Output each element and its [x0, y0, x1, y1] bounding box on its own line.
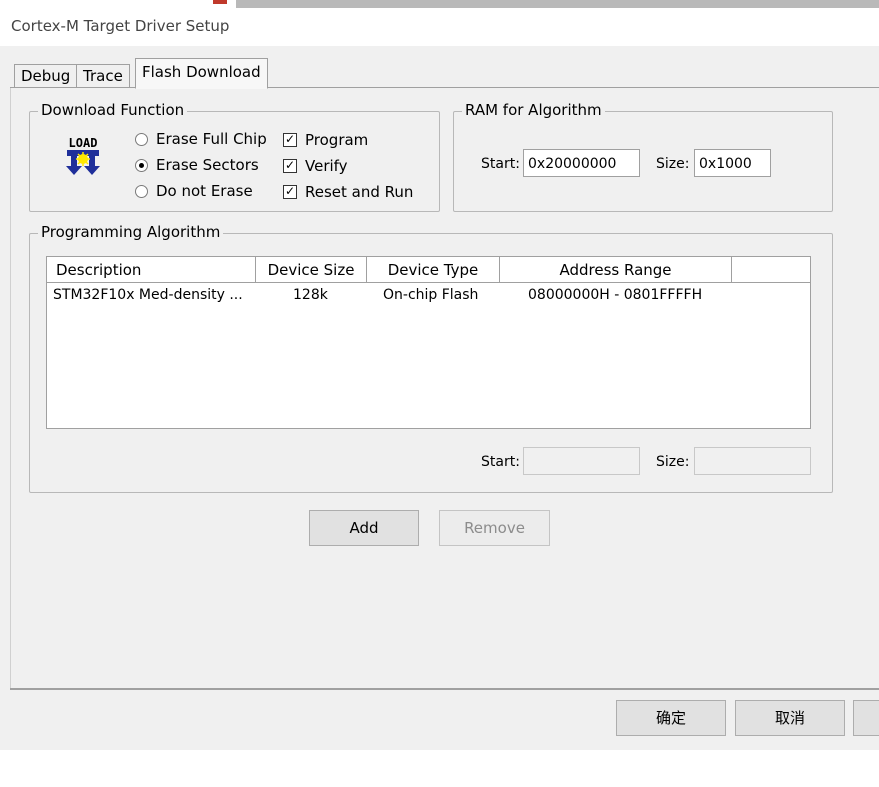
checkbox-label: Verify — [305, 157, 348, 175]
radio-do-not-erase[interactable]: Do not Erase — [135, 182, 253, 200]
column-header-device-size[interactable]: Device Size — [256, 257, 367, 283]
radio-indicator[interactable] — [135, 184, 148, 198]
algorithm-table[interactable]: Description Device Size Device Type Addr… — [46, 256, 811, 429]
background-window — [236, 0, 879, 8]
background-accent — [213, 0, 227, 4]
radio-erase-full-chip[interactable]: Erase Full Chip — [135, 130, 267, 148]
cell-description: STM32F10x Med-density ... — [53, 287, 243, 303]
radio-indicator[interactable] — [135, 132, 148, 146]
download-function-title: Download Function — [38, 101, 188, 119]
column-header-description[interactable]: Description — [47, 257, 256, 283]
checkmark-icon[interactable]: ✓ — [283, 159, 297, 173]
column-header-device-type[interactable]: Device Type — [367, 257, 500, 283]
checkbox-label: Reset and Run — [305, 183, 414, 201]
ram-size-input[interactable]: 0x1000 — [694, 149, 771, 177]
add-button[interactable]: Add — [309, 510, 419, 546]
load-icon-text: LOAD — [69, 136, 98, 150]
remove-button[interactable]: Remove — [439, 510, 550, 546]
cell-device-type: On-chip Flash — [383, 287, 479, 303]
tab-debug[interactable]: Debug — [14, 64, 78, 87]
algorithm-size-input[interactable] — [694, 447, 811, 475]
radio-indicator[interactable] — [135, 158, 148, 172]
radio-label: Erase Full Chip — [156, 130, 267, 148]
help-button[interactable] — [853, 700, 879, 736]
background-strip — [0, 0, 879, 8]
checkbox-reset-and-run[interactable]: ✓ Reset and Run — [283, 183, 413, 201]
checkmark-icon[interactable]: ✓ — [283, 133, 297, 147]
radio-label: Erase Sectors — [156, 156, 259, 174]
algorithm-size-label: Size: — [656, 454, 690, 470]
ram-algorithm-title: RAM for Algorithm — [462, 101, 605, 119]
radio-label: Do not Erase — [156, 182, 253, 200]
ram-start-input[interactable]: 0x20000000 — [523, 149, 640, 177]
tab-trace[interactable]: Trace — [76, 64, 130, 87]
footer-separator — [10, 688, 879, 690]
ram-start-label: Start: — [481, 156, 520, 172]
checkmark-icon[interactable]: ✓ — [283, 185, 297, 199]
tab-flash-download[interactable]: Flash Download — [135, 58, 268, 89]
cell-device-size: 128k — [293, 287, 328, 303]
column-header-address-range[interactable]: Address Range — [500, 257, 732, 283]
algorithm-start-input[interactable] — [523, 447, 640, 475]
cancel-button[interactable]: 取消 — [735, 700, 845, 736]
checkbox-program[interactable]: ✓ Program — [283, 131, 368, 149]
ram-size-label: Size: — [656, 156, 690, 172]
load-icon: LOAD — [63, 133, 103, 177]
algorithm-start-label: Start: — [481, 454, 520, 470]
column-header-empty — [732, 257, 810, 283]
ok-button[interactable]: 确定 — [616, 700, 726, 736]
programming-algorithm-title: Programming Algorithm — [38, 223, 224, 241]
checkbox-verify[interactable]: ✓ Verify — [283, 157, 348, 175]
window-title: Cortex-M Target Driver Setup — [11, 17, 230, 35]
cell-address-range: 08000000H - 0801FFFFH — [528, 287, 703, 303]
checkbox-label: Program — [305, 131, 369, 149]
radio-erase-sectors[interactable]: Erase Sectors — [135, 156, 259, 174]
title-bar[interactable]: Cortex-M Target Driver Setup — [0, 8, 879, 46]
